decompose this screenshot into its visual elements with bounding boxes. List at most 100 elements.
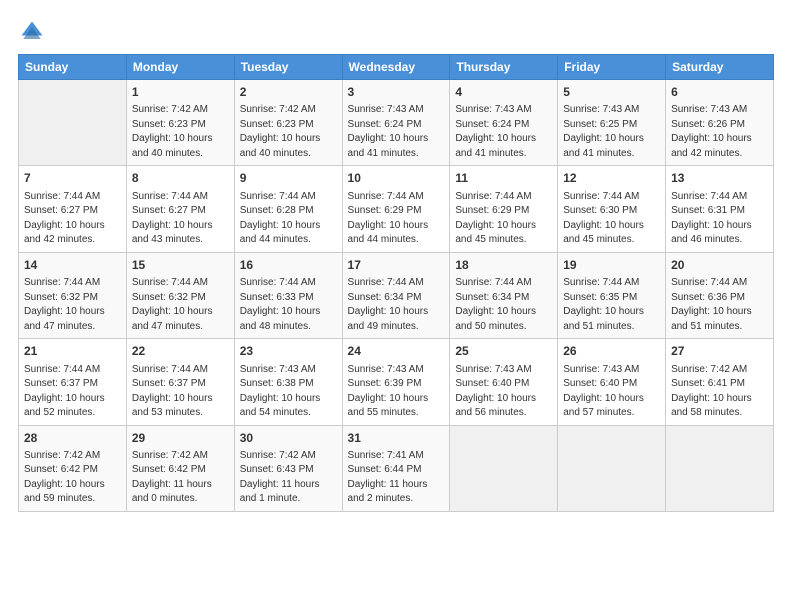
day-number: 17	[348, 257, 445, 274]
calendar-cell: 17 Sunrise: 7:44 AM Sunset: 6:34 PM Dayli…	[342, 252, 450, 338]
calendar-cell: 24 Sunrise: 7:43 AM Sunset: 6:39 PM Dayli…	[342, 339, 450, 425]
calendar-cell: 7 Sunrise: 7:44 AM Sunset: 6:27 PM Daylig…	[19, 166, 127, 252]
day-number: 30	[240, 430, 337, 447]
calendar-cell: 31 Sunrise: 7:41 AM Sunset: 6:44 PM Dayli…	[342, 425, 450, 511]
calendar-cell: 9Sunrise: 7:44 AM Sunset: 6:28 PM Daylig…	[234, 166, 342, 252]
calendar-cell: 1Sunrise: 7:42 AM Sunset: 6:23 PM Daylig…	[126, 80, 234, 166]
day-number: 22	[132, 343, 229, 360]
cell-info: Sunrise: 7:44 AM Sunset: 6:34 PM Dayligh…	[348, 276, 445, 334]
day-number: 26	[563, 343, 660, 360]
day-number: 11	[455, 170, 552, 187]
day-number: 12	[563, 170, 660, 187]
weekday-header: Tuesday	[234, 55, 342, 80]
calendar-cell: 13 Sunrise: 7:44 AM Sunset: 6:31 PM Dayli…	[666, 166, 774, 252]
day-number: 18	[455, 257, 552, 274]
day-number: 7	[24, 170, 121, 187]
cell-info: Sunrise: 7:44 AM Sunset: 6:29 PM Dayligh…	[348, 190, 445, 248]
page: SundayMondayTuesdayWednesdayThursdayFrid…	[0, 0, 792, 612]
cell-info: Sunrise: 7:44 AM Sunset: 6:27 PM Dayligh…	[24, 190, 121, 248]
header	[18, 18, 774, 46]
cell-info: Sunrise: 7:43 AM Sunset: 6:26 PM Dayligh…	[671, 103, 768, 161]
calendar-cell: 10 Sunrise: 7:44 AM Sunset: 6:29 PM Dayli…	[342, 166, 450, 252]
weekday-header: Friday	[558, 55, 666, 80]
calendar-cell: 15 Sunrise: 7:44 AM Sunset: 6:32 PM Dayli…	[126, 252, 234, 338]
cell-info: Sunrise: 7:42 AM Sunset: 6:42 PM Dayligh…	[24, 449, 121, 507]
calendar-cell: 12 Sunrise: 7:44 AM Sunset: 6:30 PM Dayli…	[558, 166, 666, 252]
day-number: 3	[348, 84, 445, 101]
cell-info: Sunrise: 7:44 AM Sunset: 6:32 PM Dayligh…	[132, 276, 229, 334]
header-row: SundayMondayTuesdayWednesdayThursdayFrid…	[19, 55, 774, 80]
cell-info: Sunrise: 7:43 AM Sunset: 6:40 PM Dayligh…	[563, 363, 660, 421]
calendar-cell: 21Sunrise: 7:44 AM Sunset: 6:37 PM Dayli…	[19, 339, 127, 425]
calendar-cell	[666, 425, 774, 511]
cell-info: Sunrise: 7:44 AM Sunset: 6:35 PM Dayligh…	[563, 276, 660, 334]
calendar-cell: 22 Sunrise: 7:44 AM Sunset: 6:37 PM Dayli…	[126, 339, 234, 425]
cell-info: Sunrise: 7:42 AM Sunset: 6:41 PM Dayligh…	[671, 363, 768, 421]
calendar-cell: 6 Sunrise: 7:43 AM Sunset: 6:26 PM Daylig…	[666, 80, 774, 166]
calendar-cell: 25Sunrise: 7:43 AM Sunset: 6:40 PM Dayli…	[450, 339, 558, 425]
day-number: 31	[348, 430, 445, 447]
day-number: 13	[671, 170, 768, 187]
day-number: 21	[24, 343, 121, 360]
cell-info: Sunrise: 7:43 AM Sunset: 6:39 PM Dayligh…	[348, 363, 445, 421]
cell-info: Sunrise: 7:42 AM Sunset: 6:43 PM Dayligh…	[240, 449, 337, 507]
logo-icon	[18, 18, 46, 46]
day-number: 19	[563, 257, 660, 274]
day-number: 5	[563, 84, 660, 101]
cell-info: Sunrise: 7:44 AM Sunset: 6:37 PM Dayligh…	[132, 363, 229, 421]
calendar-cell: 29 Sunrise: 7:42 AM Sunset: 6:42 PM Dayli…	[126, 425, 234, 511]
calendar-cell: 26 Sunrise: 7:43 AM Sunset: 6:40 PM Dayli…	[558, 339, 666, 425]
day-number: 1	[132, 84, 229, 101]
cell-info: Sunrise: 7:44 AM Sunset: 6:33 PM Dayligh…	[240, 276, 337, 334]
day-number: 15	[132, 257, 229, 274]
weekday-header: Thursday	[450, 55, 558, 80]
calendar-cell: 23 Sunrise: 7:43 AM Sunset: 6:38 PM Dayli…	[234, 339, 342, 425]
calendar-cell: 30 Sunrise: 7:42 AM Sunset: 6:43 PM Dayli…	[234, 425, 342, 511]
cell-info: Sunrise: 7:43 AM Sunset: 6:38 PM Dayligh…	[240, 363, 337, 421]
calendar-cell: 27 Sunrise: 7:42 AM Sunset: 6:41 PM Dayli…	[666, 339, 774, 425]
cell-info: Sunrise: 7:44 AM Sunset: 6:29 PM Dayligh…	[455, 190, 552, 248]
cell-info: Sunrise: 7:44 AM Sunset: 6:32 PM Dayligh…	[24, 276, 121, 334]
calendar-week-row: 28Sunrise: 7:42 AM Sunset: 6:42 PM Dayli…	[19, 425, 774, 511]
day-number: 16	[240, 257, 337, 274]
weekday-header: Saturday	[666, 55, 774, 80]
cell-info: Sunrise: 7:44 AM Sunset: 6:28 PM Dayligh…	[240, 190, 337, 248]
calendar-cell: 3 Sunrise: 7:43 AM Sunset: 6:24 PM Daylig…	[342, 80, 450, 166]
calendar-cell: 5 Sunrise: 7:43 AM Sunset: 6:25 PM Daylig…	[558, 80, 666, 166]
calendar-cell: 8Sunrise: 7:44 AM Sunset: 6:27 PM Daylig…	[126, 166, 234, 252]
weekday-header: Wednesday	[342, 55, 450, 80]
day-number: 10	[348, 170, 445, 187]
cell-info: Sunrise: 7:43 AM Sunset: 6:24 PM Dayligh…	[348, 103, 445, 161]
weekday-header: Sunday	[19, 55, 127, 80]
day-number: 20	[671, 257, 768, 274]
calendar-cell: 16 Sunrise: 7:44 AM Sunset: 6:33 PM Dayli…	[234, 252, 342, 338]
calendar-cell: 19 Sunrise: 7:44 AM Sunset: 6:35 PM Dayli…	[558, 252, 666, 338]
cell-info: Sunrise: 7:42 AM Sunset: 6:23 PM Dayligh…	[240, 103, 337, 161]
cell-info: Sunrise: 7:44 AM Sunset: 6:30 PM Dayligh…	[563, 190, 660, 248]
logo	[18, 18, 50, 46]
calendar-cell: 4 Sunrise: 7:43 AM Sunset: 6:24 PM Daylig…	[450, 80, 558, 166]
day-number: 24	[348, 343, 445, 360]
cell-info: Sunrise: 7:43 AM Sunset: 6:25 PM Dayligh…	[563, 103, 660, 161]
cell-info: Sunrise: 7:44 AM Sunset: 6:31 PM Dayligh…	[671, 190, 768, 248]
day-number: 6	[671, 84, 768, 101]
day-number: 27	[671, 343, 768, 360]
calendar-cell	[450, 425, 558, 511]
weekday-header: Monday	[126, 55, 234, 80]
calendar-week-row: 21 Sunrise: 7:44 AM Sunset: 6:37 PM Dayli…	[19, 339, 774, 425]
calendar-week-row: 7 Sunrise: 7:44 AM Sunset: 6:27 PM Daylig…	[19, 166, 774, 252]
day-number: 25	[455, 343, 552, 360]
calendar-cell: 14Sunrise: 7:44 AM Sunset: 6:32 PM Dayli…	[19, 252, 127, 338]
day-number: 23	[240, 343, 337, 360]
cell-info: Sunrise: 7:44 AM Sunset: 6:34 PM Dayligh…	[455, 276, 552, 334]
day-number: 8	[132, 170, 229, 187]
cell-info: Sunrise: 7:41 AM Sunset: 6:44 PM Dayligh…	[348, 449, 445, 507]
calendar-cell: 18 Sunrise: 7:44 AM Sunset: 6:34 PM Dayli…	[450, 252, 558, 338]
calendar-cell: 28Sunrise: 7:42 AM Sunset: 6:42 PM Dayli…	[19, 425, 127, 511]
cell-info: Sunrise: 7:42 AM Sunset: 6:42 PM Dayligh…	[132, 449, 229, 507]
day-number: 4	[455, 84, 552, 101]
calendar-cell: 20Sunrise: 7:44 AM Sunset: 6:36 PM Dayli…	[666, 252, 774, 338]
cell-info: Sunrise: 7:43 AM Sunset: 6:24 PM Dayligh…	[455, 103, 552, 161]
calendar-cell	[19, 80, 127, 166]
day-number: 29	[132, 430, 229, 447]
